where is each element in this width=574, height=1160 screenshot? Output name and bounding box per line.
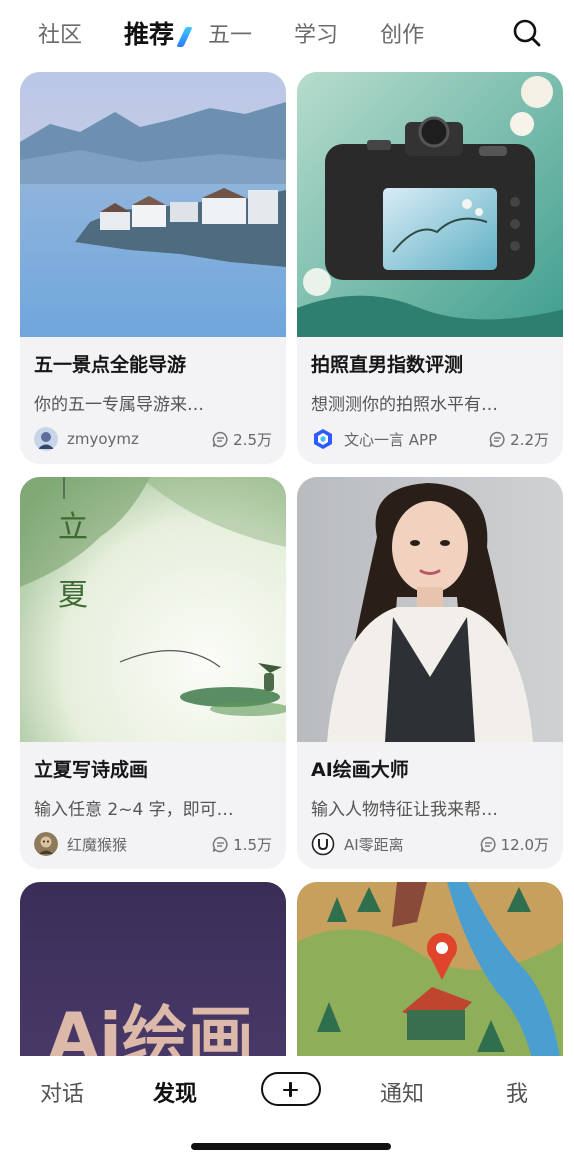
author-name: zmyoymz: [67, 430, 139, 448]
wenxin-logo-icon: [314, 429, 332, 449]
card-meta: AI零距离 12.0万: [311, 831, 549, 857]
card-title: AI绘画大师: [311, 759, 409, 781]
tab-create[interactable]: 创作: [380, 17, 424, 49]
avatar: [34, 427, 58, 451]
card-map-diorama[interactable]: [297, 882, 563, 1082]
card-meta: 文心一言 APP 2.2万: [311, 426, 549, 452]
comment-count-value: 1.5万: [233, 835, 272, 854]
card-ai-painting-master[interactable]: AI绘画大师 输入人物特征让我来帮… AI零距离 12.0万: [297, 477, 563, 869]
card-description: 输入任意 2~4 字，即可…: [34, 800, 234, 820]
top-tab-bar: 社区 推荐 五一 学习 创作: [0, 0, 574, 66]
card-description: 想测测你的拍照水平有…: [311, 395, 498, 415]
tab-recommend[interactable]: 推荐: [124, 15, 174, 51]
card-description: 你的五一专属导游来…: [34, 395, 204, 415]
card-poem-painting[interactable]: 立 夏 立夏写诗成画 输入任意 2~4 字，即可… 红魔猴猴 1.5万: [20, 477, 286, 869]
tab-may-day[interactable]: 五一: [208, 17, 252, 49]
comment-icon: [212, 836, 228, 852]
card-photo-test[interactable]: 拍照直男指数评测 想测测你的拍照水平有… 文心一言 APP 2.2万: [297, 72, 563, 464]
author-name: 文心一言 APP: [344, 430, 438, 449]
tab-study[interactable]: 学习: [294, 17, 338, 49]
comment-count: 2.2万: [489, 429, 549, 450]
card-title: 拍照直男指数评测: [311, 354, 464, 376]
author-name: AI零距离: [344, 835, 404, 854]
nav-chat[interactable]: 对话: [40, 1076, 84, 1108]
nav-discover[interactable]: 发现: [153, 1076, 197, 1108]
author-name: 红魔猴猴: [67, 835, 128, 854]
create-plus-button[interactable]: [261, 1072, 321, 1106]
home-indicator: [191, 1143, 391, 1150]
comment-icon: [212, 431, 228, 447]
search-icon[interactable]: [512, 18, 542, 48]
comment-count-value: 2.2万: [510, 430, 549, 449]
comment-count: 2.5万: [212, 429, 272, 450]
card-description: 输入人物特征让我来帮…: [311, 800, 498, 820]
card-title: 立夏写诗成画: [34, 759, 149, 781]
solar-term-char-2: 夏: [58, 578, 88, 613]
card-image-map-diorama: [297, 882, 563, 1082]
u-logo-icon: [311, 832, 335, 856]
card-image-ink-painting: 立 夏: [20, 477, 286, 742]
card-title: 五一景点全能导游: [34, 354, 187, 376]
card-meta: zmyoymz 2.5万: [34, 426, 272, 452]
card-image-camera: [297, 72, 563, 337]
nav-notify[interactable]: 通知: [380, 1076, 424, 1108]
comment-count-value: 12.0万: [500, 835, 549, 854]
solar-term-char-1: 立: [58, 510, 88, 545]
tab-community[interactable]: 社区: [38, 17, 82, 49]
card-ai-drawing-poster[interactable]: Ai绘画: [20, 882, 286, 1082]
comment-icon: [489, 431, 505, 447]
avatar: [34, 832, 58, 856]
comment-icon: [480, 836, 496, 852]
nav-me[interactable]: 我: [506, 1076, 528, 1108]
card-image-ai-poster: Ai绘画: [20, 882, 286, 1082]
card-tour-guide[interactable]: 五一景点全能导游 你的五一专属导游来… zmyoymz 2.5万: [20, 72, 286, 464]
comment-count: 1.5万: [212, 834, 272, 855]
card-image-portrait: [297, 477, 563, 742]
card-meta: 红魔猴猴 1.5万: [34, 831, 272, 857]
comment-count-value: 2.5万: [233, 430, 272, 449]
comment-count: 12.0万: [480, 834, 549, 855]
card-image-lakeside: [20, 72, 286, 337]
